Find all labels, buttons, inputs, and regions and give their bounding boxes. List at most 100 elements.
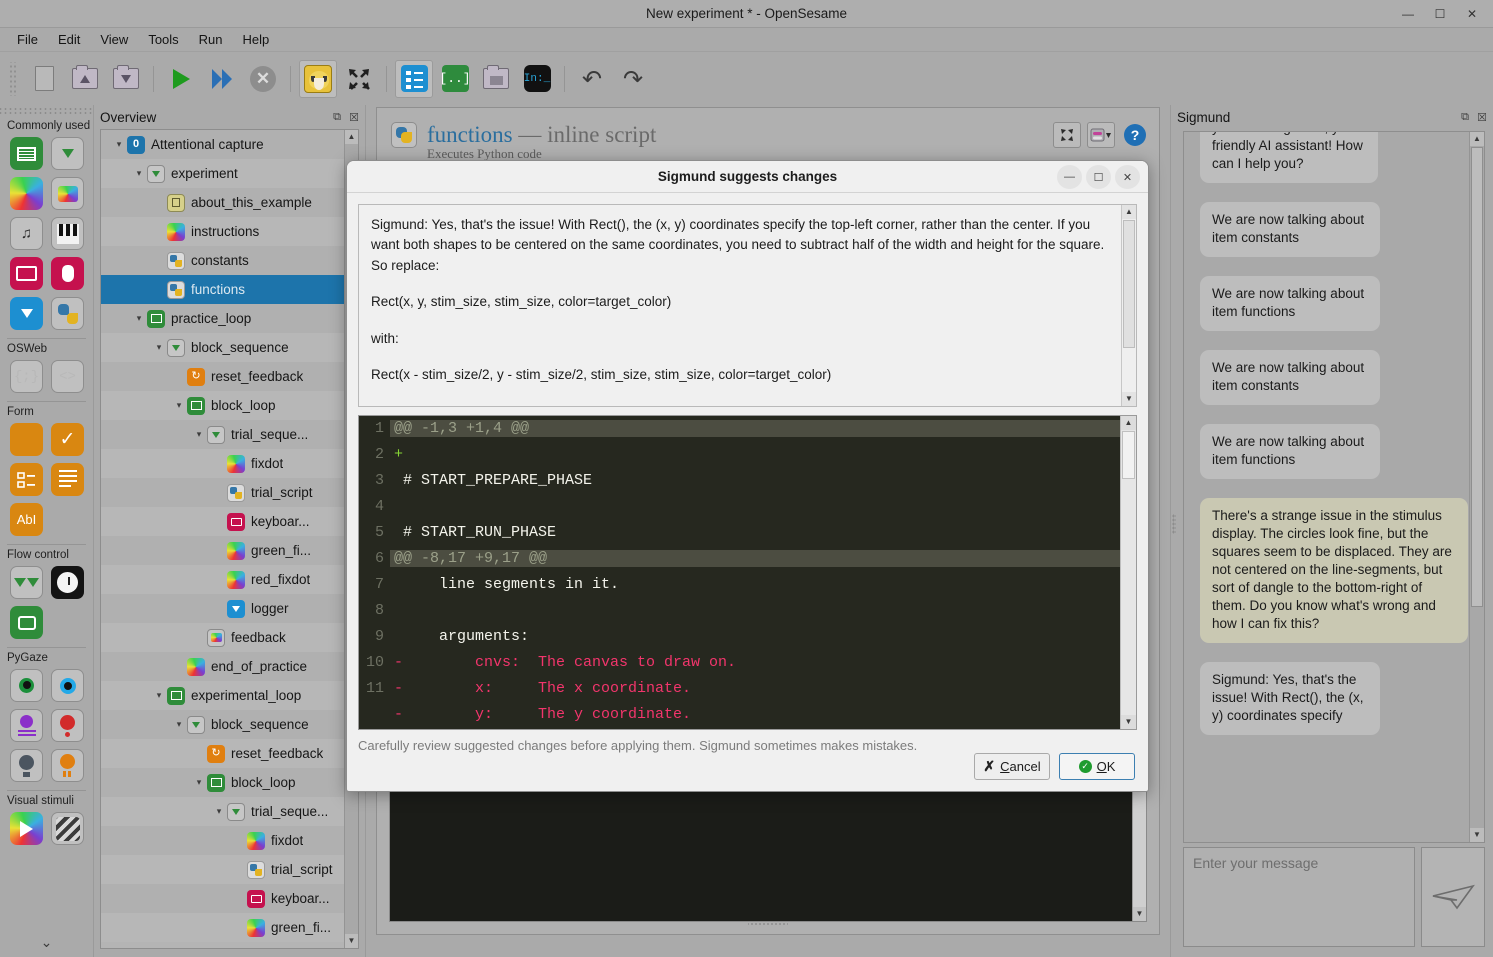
- overview-tree-item-feedback[interactable]: feedback: [101, 623, 358, 652]
- chevron-down-icon[interactable]: ▾: [151, 342, 167, 353]
- window-maximize-button[interactable]: ☐: [1425, 3, 1455, 25]
- python-console-button[interactable]: In:_: [518, 60, 556, 98]
- toggle-fold-button[interactable]: [1053, 122, 1081, 148]
- debug-window-button[interactable]: [299, 59, 337, 98]
- toolbox-item-keyboard-response[interactable]: [10, 257, 43, 290]
- overview-tree-item-functions[interactable]: functions: [101, 275, 358, 304]
- menu-view[interactable]: View: [91, 29, 137, 50]
- run-in-window-button[interactable]: [203, 60, 241, 98]
- overview-tree-item-green_fi[interactable]: green_fi...: [101, 913, 358, 942]
- toolbox-item-pygaze-log[interactable]: [10, 709, 43, 742]
- help-button[interactable]: ?: [1121, 122, 1149, 148]
- overview-tree-item-end_of_practice[interactable]: end_of_practice: [101, 652, 358, 681]
- cancel-button[interactable]: ✗ Cancel: [974, 753, 1050, 780]
- run-mode-select-button[interactable]: [1087, 122, 1115, 148]
- editor-resize-handle[interactable]: [748, 920, 788, 928]
- expand-all-button[interactable]: [340, 60, 378, 98]
- toolbox-item-coroutines[interactable]: [10, 566, 43, 599]
- chevron-down-icon[interactable]: ▾: [171, 719, 187, 730]
- toolbox-item-form-base[interactable]: [10, 423, 43, 456]
- chevron-down-icon[interactable]: ▾: [111, 139, 127, 150]
- open-experiment-button[interactable]: [66, 60, 104, 98]
- chevron-down-icon[interactable]: ▾: [171, 400, 187, 411]
- window-minimize-button[interactable]: —: [1393, 3, 1423, 25]
- toolbox-item-loop[interactable]: [10, 137, 43, 170]
- toolbox-item-form-consent[interactable]: ✓: [51, 423, 84, 456]
- scroll-down-icon[interactable]: ▼: [1122, 391, 1136, 406]
- overview-tree-item-green_fi[interactable]: green_fi...: [101, 536, 358, 565]
- toolbox-show-more-button[interactable]: ⌄: [0, 934, 93, 951]
- overview-tree-item-block_loop[interactable]: ▾ block_loop: [101, 391, 358, 420]
- chat-transcript[interactable]: Sigmund: Nice to meet you! I am Sigmund,…: [1183, 131, 1485, 843]
- overview-tree-item-instructions[interactable]: instructions: [101, 217, 358, 246]
- new-experiment-button[interactable]: [25, 60, 63, 98]
- scroll-down-icon[interactable]: ▼: [1121, 714, 1136, 729]
- chevron-down-icon[interactable]: ▾: [191, 777, 207, 788]
- toolbox-item-feedback[interactable]: [51, 177, 84, 210]
- overview-tree-item-trial_script[interactable]: trial_script: [101, 478, 358, 507]
- close-dock-icon[interactable]: ☒: [1475, 110, 1489, 124]
- chevron-down-icon[interactable]: ▾: [131, 168, 147, 179]
- close-dock-icon[interactable]: ☒: [347, 110, 361, 124]
- file-pool-button[interactable]: [477, 60, 515, 98]
- scroll-up-icon[interactable]: ▲: [1122, 204, 1136, 219]
- scrollbar-thumb[interactable]: [1123, 219, 1135, 348]
- overview-tree-item-fixdot[interactable]: fixdot: [101, 826, 358, 855]
- message-input[interactable]: Enter your message: [1183, 847, 1415, 947]
- send-message-button[interactable]: [1421, 847, 1485, 947]
- toolbox-item-logger[interactable]: [10, 297, 43, 330]
- toolbox-item-inline-html[interactable]: <>: [51, 360, 84, 393]
- toolbox-item-form-text-input[interactable]: AbI: [10, 503, 43, 536]
- dialog-close-button[interactable]: ✕: [1115, 165, 1140, 189]
- run-fullscreen-button[interactable]: [162, 60, 200, 98]
- float-dock-icon[interactable]: ⧉: [330, 110, 344, 124]
- toolbox-item-pygaze-start-recording[interactable]: [51, 709, 84, 742]
- toolbox-item-form-text-display[interactable]: [51, 463, 84, 496]
- scrollbar-thumb[interactable]: [1471, 147, 1483, 607]
- undo-button[interactable]: ↶: [573, 60, 611, 98]
- toolbox-item-sequence[interactable]: [51, 137, 84, 170]
- scroll-down-icon[interactable]: ▼: [1470, 828, 1484, 842]
- toolbox-item-pygaze-wait[interactable]: [51, 749, 84, 782]
- overview-tree-item-block_loop[interactable]: ▾ block_loop: [101, 768, 358, 797]
- diff-scrollbar[interactable]: ▲ ▼: [1120, 415, 1136, 729]
- menu-file[interactable]: File: [8, 29, 47, 50]
- dialog-minimize-button[interactable]: —: [1057, 165, 1082, 189]
- toolbox-item-sketchpad[interactable]: [10, 177, 43, 210]
- suggestion-message-scrollbar[interactable]: ▲ ▼: [1121, 204, 1136, 406]
- float-dock-icon[interactable]: ⧉: [1458, 110, 1472, 124]
- toolbox-item-pygaze-drift-correct[interactable]: [51, 669, 84, 702]
- redo-button[interactable]: ↷: [614, 60, 652, 98]
- toolbox-item-pygaze-init[interactable]: [10, 669, 43, 702]
- overview-tree-item-about_this_example[interactable]: about_this_example: [101, 188, 358, 217]
- chevron-down-icon[interactable]: ▾: [151, 690, 167, 701]
- overview-tree-item-block_sequence[interactable]: ▾ block_sequence: [101, 710, 358, 739]
- overview-tree[interactable]: ▾ 0 Attentional capture ▾ experiment about_th…: [100, 129, 359, 949]
- overview-tree-item-fixdot[interactable]: fixdot: [101, 449, 358, 478]
- toolbox-item-mouse-response[interactable]: [51, 257, 84, 290]
- dialog-maximize-button[interactable]: ☐: [1086, 165, 1111, 189]
- chevron-down-icon[interactable]: ▾: [191, 429, 207, 440]
- toolbox-item-repeat-cycle[interactable]: [10, 606, 43, 639]
- variable-inspector-button[interactable]: [..]: [436, 60, 474, 98]
- chat-scrollbar[interactable]: ▲ ▼: [1469, 132, 1484, 842]
- ok-button[interactable]: ✓ OK: [1059, 753, 1135, 780]
- overview-tree-item-constants[interactable]: constants: [101, 246, 358, 275]
- overview-tree-item-keyboar[interactable]: keyboar...: [101, 884, 358, 913]
- abort-experiment-button[interactable]: ✕: [244, 60, 282, 98]
- overview-tree-item-reset_feedback[interactable]: ↻ reset_feedback: [101, 362, 358, 391]
- chevron-down-icon[interactable]: ▾: [211, 806, 227, 817]
- toolbar-drag-handle[interactable]: [8, 61, 18, 96]
- window-close-button[interactable]: ✕: [1457, 3, 1487, 25]
- scroll-down-icon[interactable]: ▼: [345, 934, 358, 948]
- toolbox-item-synth[interactable]: [51, 217, 84, 250]
- overview-tree-item-reset_feedback[interactable]: ↻ reset_feedback: [101, 739, 358, 768]
- toolbox-item-form-multiple-choice[interactable]: [10, 463, 43, 496]
- diff-viewer[interactable]: 1 @@ -1,3 +1,4 @@ 2 +3 # START_PREPARE_PHAS…: [358, 414, 1137, 730]
- chevron-down-icon[interactable]: ▾: [131, 313, 147, 324]
- overview-tree-item-experimental_loop[interactable]: ▾ experimental_loop: [101, 681, 358, 710]
- overview-tree-item-logger[interactable]: logger: [101, 594, 358, 623]
- sigmund-dock-drag-handle[interactable]: [1172, 513, 1176, 534]
- scroll-up-icon[interactable]: ▲: [1470, 132, 1484, 146]
- menu-help[interactable]: Help: [234, 29, 279, 50]
